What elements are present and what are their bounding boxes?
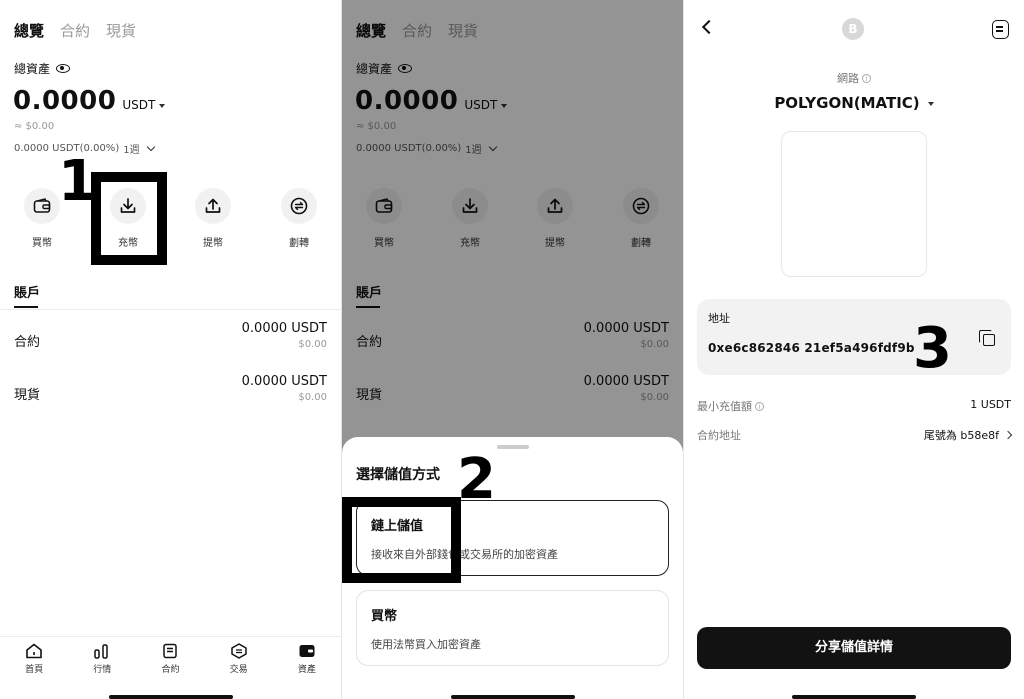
contract-icon [163,643,178,659]
caret-down-icon [159,103,166,108]
account-name: 現貨 [14,388,41,403]
wallet-icon [33,198,51,213]
contract-address-label: 合約地址 [697,429,741,442]
currency-label: USDT [122,98,156,112]
caret-down-icon [927,101,934,106]
nav-trade[interactable]: 交易 [214,643,264,676]
total-amount-value: 0.0000 [13,86,117,116]
step-number-annotation: 3 [913,316,952,381]
pnl-period: 1週 [123,145,140,156]
highlight-box-annotation [91,172,167,265]
deposit-address-panel: B 網路 i POLYGON(MATIC) 地址 0xe6c862846 21ef… [684,0,1024,699]
info-icon[interactable]: i [862,74,871,83]
step-number-annotation: 2 [457,447,496,512]
network-label-text: 網路 [837,72,859,85]
fiat-approx: ≈ $0.00 [14,121,55,132]
trade-icon [230,643,247,659]
tab-overview[interactable]: 總覽 [14,20,44,41]
network-value: POLYGON(MATIC) [774,94,920,112]
account-fiat: $0.00 [298,339,327,350]
withdraw-label: 提幣 [203,238,223,249]
home-indicator [792,695,916,699]
home-indicator [450,695,575,699]
share-deposit-details-button[interactable]: 分享儲值詳情 [697,627,1011,669]
back-arrow-icon[interactable] [701,19,717,35]
sheet-grabber[interactable] [496,445,529,449]
nav-assets[interactable]: 資產 [282,643,332,676]
account-name: 合約 [14,335,41,350]
upload-icon [205,198,221,213]
bar-chart-icon [94,644,109,659]
qr-code [781,131,927,277]
option-title: 買幣 [371,609,398,624]
total-assets-text: 總資產 [14,62,51,76]
min-deposit-row: 最小充值額 i 1 USDT [697,398,1011,414]
tab-futures[interactable]: 合約 [60,20,90,41]
account-row-futures[interactable]: 合約 0.0000 USDT $0.00 [14,321,327,361]
withdraw-button[interactable]: 提幣 [183,188,243,249]
buy-crypto-label: 買幣 [32,238,52,249]
nav-assets-label: 資產 [297,665,316,675]
copy-icon[interactable] [979,330,995,346]
address-card: 地址 0xe6c862846 21ef5a496fdf9b [697,299,1011,375]
account-row-spot[interactable]: 現貨 0.0000 USDT $0.00 [14,374,327,414]
sheet-title: 選擇儲值方式 [356,467,440,483]
contract-address-value: 尾號為 b58e8f [923,427,1013,443]
address-value: 0xe6c862846 21ef5a496fdf9b [708,341,915,355]
nav-futures-label: 合約 [161,665,180,675]
tab-spot[interactable]: 現貨 [106,20,136,41]
home-indicator [108,695,233,699]
asset-tabs: 總覽 合約 現貨 [14,20,136,41]
nav-markets[interactable]: 行情 [77,643,127,676]
transfer-button[interactable]: 劃轉 [269,188,329,249]
records-icon[interactable] [992,20,1009,39]
nav-markets-label: 行情 [93,665,112,675]
assets-overview-panel: 總覽 合約 現貨 總資產 0.0000 USDT ≈ $0.00 0.0000 … [0,0,341,699]
total-assets-label: 總資產 [14,60,71,77]
nav-home-label: 首頁 [25,665,44,675]
account-value: 0.0000 USDT [241,374,327,389]
network-selector[interactable]: POLYGON(MATIC) [684,94,1024,112]
home-icon [26,643,42,659]
highlight-box-annotation [342,497,461,583]
bottom-navigation: 首頁 行情 合約 交易 資產 [0,636,341,676]
contract-address-text: 尾號為 b58e8f [923,429,999,442]
nav-futures[interactable]: 合約 [145,643,195,676]
account-fiat: $0.00 [298,392,327,403]
deposit-method-panel: 總覽 合約 現貨 總資產 0.0000 USDT ≈ $0.00 0.0000 … [342,0,683,699]
account-value: 0.0000 USDT [241,321,327,336]
address-label: 地址 [708,312,730,325]
transfer-icon [290,197,308,215]
transfer-label: 劃轉 [289,238,309,249]
info-icon[interactable]: i [755,402,764,411]
accounts-heading: 賬戶 [14,286,41,301]
coin-logo-icon: B [842,18,864,40]
min-deposit-label: 最小充值額 [697,400,752,413]
accounts-tab-indicator [14,306,38,308]
network-label: 網路 i [684,70,1024,86]
chevron-down-icon [146,142,155,152]
contract-address-row[interactable]: 合約地址 尾號為 b58e8f [697,427,1013,443]
wallet-filled-icon [299,645,315,657]
eye-icon[interactable] [56,64,71,73]
nav-trade-label: 交易 [229,665,248,675]
currency-selector[interactable]: USDT [122,98,166,112]
nav-home[interactable]: 首頁 [9,643,59,676]
divider [0,309,341,310]
option-description: 使用法幣買入加密資產 [371,638,481,651]
chevron-right-icon [1003,430,1013,440]
buy-crypto-option[interactable]: 買幣 使用法幣買入加密資產 [356,590,669,666]
min-deposit-value: 1 USDT [970,398,1011,411]
total-assets-amount: 0.0000 USDT [13,86,166,116]
